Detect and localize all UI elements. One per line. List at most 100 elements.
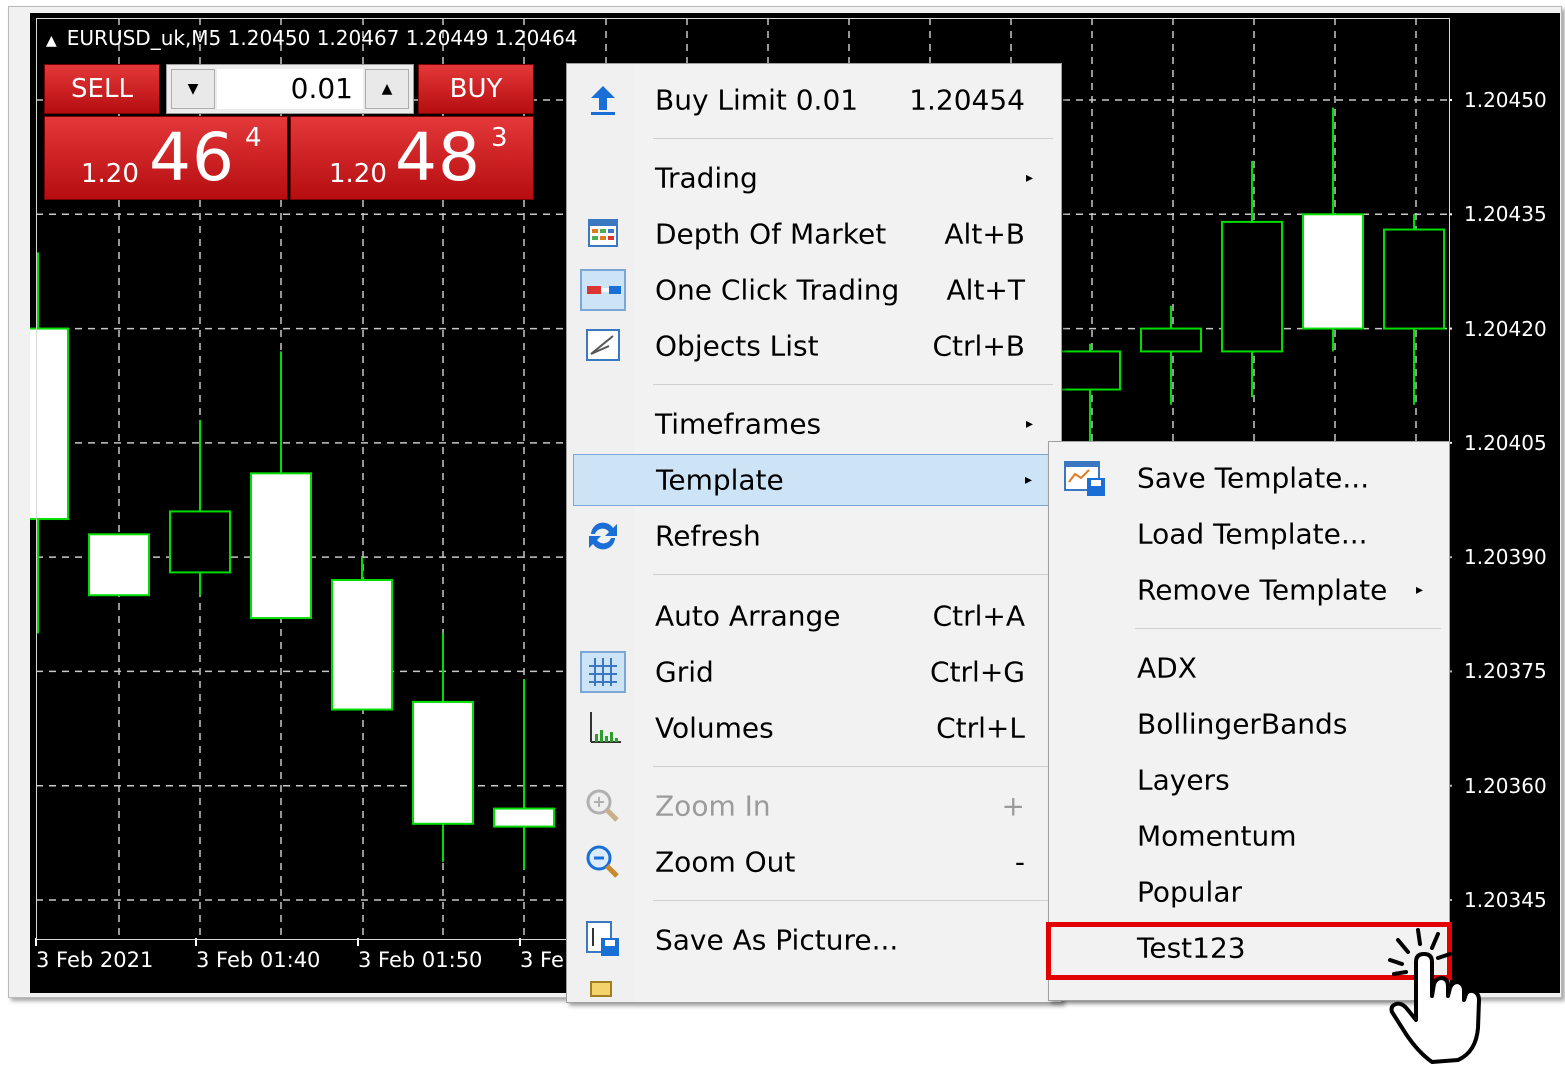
grid-icon (580, 651, 626, 693)
menu-item-timeframes[interactable]: Timeframes ▸ (573, 398, 1055, 450)
save-picture-icon (586, 921, 619, 956)
time-axis-label: 3 Feb 2021 (36, 948, 154, 972)
submenu-arrow-icon: ▸ (1415, 582, 1423, 598)
menu-item-shortcut: Ctrl+B (932, 329, 1026, 363)
menu-item-depth-of-market[interactable]: Depth Of Market Alt+B (573, 208, 1055, 260)
buy-limit-arrow-icon (591, 86, 615, 115)
candle-body (493, 807, 555, 828)
menu-item-label: Refresh (655, 519, 761, 553)
submenu-item-load-template[interactable]: Load Template... (1049, 508, 1449, 560)
menu-item-buy-limit[interactable]: Buy Limit 0.01 1.20454 (573, 74, 1055, 126)
save-template-icon (1064, 461, 1105, 496)
submenu-item-popular[interactable]: Popular (1049, 866, 1449, 918)
price-axis-label: 1.20435 (1464, 202, 1547, 227)
menu-item-zoom-in[interactable]: Zoom In + (573, 780, 1055, 832)
submenu-item-label: Layers (1137, 763, 1230, 797)
menu-separator (653, 900, 1053, 901)
menu-item-volumes[interactable]: Volumes Ctrl+L (573, 702, 1055, 754)
candle-body (1221, 220, 1283, 353)
submenu-item-layers[interactable]: Layers (1049, 754, 1449, 806)
menu-item-grid[interactable]: Grid Ctrl+G (573, 646, 1055, 698)
submenu-item-label: Remove Template (1137, 573, 1388, 607)
menu-item-auto-arrange[interactable]: Auto Arrange Ctrl+A (573, 590, 1055, 642)
menu-item-label: Trading (655, 161, 758, 195)
buy-price-pip: 3 (491, 123, 508, 153)
menu-item-shortcut: Ctrl+G (930, 655, 1025, 689)
menu-item-label: Save As Picture... (655, 923, 899, 957)
menu-item-label: Zoom In (655, 789, 771, 823)
time-axis-label: 3 Feb 01:50 (358, 948, 483, 972)
print-icon (590, 981, 612, 997)
time-axis-label: 3 Feb 01:40 (196, 948, 321, 972)
depth-of-market-icon (588, 219, 618, 247)
menu-item-label: Depth Of Market (655, 217, 887, 251)
price-axis-label: 1.20360 (1464, 773, 1547, 798)
menu-item-shortcut: - (1014, 845, 1025, 879)
menu-item-label: Zoom Out (655, 845, 796, 879)
menu-item-label: Timeframes (655, 407, 822, 441)
menu-separator (653, 574, 1053, 575)
menu-item-zoom-out[interactable]: Zoom Out - (573, 836, 1055, 888)
menu-item-shortcut: Ctrl+L (936, 711, 1025, 745)
menu-item-objects-list[interactable]: Objects List Ctrl+B (573, 320, 1055, 372)
chart-context-menu: Buy Limit 0.01 1.20454 Trading ▸ Depth O… (566, 63, 1062, 1003)
submenu-item-label: Save Template... (1137, 461, 1370, 495)
menu-item-label: Auto Arrange (655, 599, 841, 633)
submenu-item-momentum[interactable]: Momentum (1049, 810, 1449, 862)
submenu-item-label: Load Template... (1137, 517, 1368, 551)
refresh-icon (589, 522, 617, 550)
sell-button[interactable]: SELL (44, 64, 160, 114)
price-axis-label: 1.20405 (1464, 430, 1547, 455)
submenu-item-bollingerbands[interactable]: BollingerBands (1049, 698, 1449, 750)
submenu-separator (1135, 628, 1441, 629)
submenu-item-label: Momentum (1137, 819, 1297, 853)
candle-body (250, 472, 312, 620)
zoom-in-icon (586, 789, 619, 822)
chart-title-text: EURUSD_uk,M5 1.20450 1.20467 1.20449 1.2… (66, 26, 578, 50)
menu-separator (653, 766, 1053, 767)
candle-body (412, 700, 474, 825)
buy-price-display[interactable]: 1.20 48 3 (290, 116, 534, 200)
objects-list-icon (586, 329, 620, 361)
submenu-item-adx[interactable]: ADX (1049, 642, 1449, 694)
buy-button[interactable]: BUY (418, 64, 534, 114)
menu-item-one-click-trading[interactable]: One Click Trading Alt+T (573, 264, 1055, 316)
menu-item-template[interactable]: Template ▸ (573, 454, 1055, 506)
submenu-item-remove-template[interactable]: Remove Template ▸ (1049, 564, 1449, 616)
menu-item-label: Template (656, 463, 784, 497)
sell-price-display[interactable]: 1.20 46 4 (44, 116, 288, 200)
menu-item-cut-off[interactable] (573, 970, 1055, 1002)
menu-item-label: Objects List (655, 329, 819, 363)
submenu-arrow-icon: ▸ (1025, 416, 1033, 432)
collapse-triangle-icon[interactable]: ▲ (46, 33, 57, 49)
menu-item-label: Buy Limit 0.01 (655, 83, 859, 117)
sell-price-pip: 4 (245, 123, 262, 153)
price-axis-label: 1.20420 (1464, 316, 1547, 341)
menu-item-label: One Click Trading (655, 273, 900, 307)
lot-decrease-button[interactable]: ▼ (171, 69, 215, 109)
hand-pointer-icon (1388, 928, 1481, 1064)
zoom-out-icon (586, 845, 619, 878)
menu-item-refresh[interactable]: Refresh (573, 510, 1055, 562)
volumes-icon (590, 712, 621, 743)
menu-item-trading[interactable]: Trading ▸ (573, 152, 1055, 204)
candle-body (30, 327, 69, 521)
candle-body (1059, 350, 1121, 391)
menu-item-shortcut: 1.20454 (909, 83, 1025, 117)
price-axis-label: 1.20345 (1464, 888, 1547, 912)
submenu-arrow-icon: ▸ (1024, 472, 1032, 488)
menu-item-save-as-picture[interactable]: Save As Picture... (573, 914, 1055, 966)
submenu-item-label: ADX (1137, 651, 1197, 685)
menu-item-shortcut: Ctrl+A (932, 599, 1025, 633)
lot-size-input[interactable]: 0.01 (217, 69, 363, 109)
template-submenu: Save Template... Load Template... Remove… (1048, 441, 1450, 1001)
candle-body (331, 579, 393, 711)
time-axis-label: 3 Fe (520, 948, 564, 972)
menu-item-shortcut: Alt+B (944, 217, 1025, 251)
price-axis-label: 1.20375 (1464, 659, 1547, 684)
price-axis[interactable] (1452, 13, 1560, 993)
lot-increase-button[interactable]: ▲ (365, 69, 409, 109)
lot-size-control: ▼ 0.01 ▲ (166, 64, 414, 114)
submenu-item-save-template[interactable]: Save Template... (1049, 452, 1449, 504)
buy-price-prefix: 1.20 (329, 159, 387, 189)
